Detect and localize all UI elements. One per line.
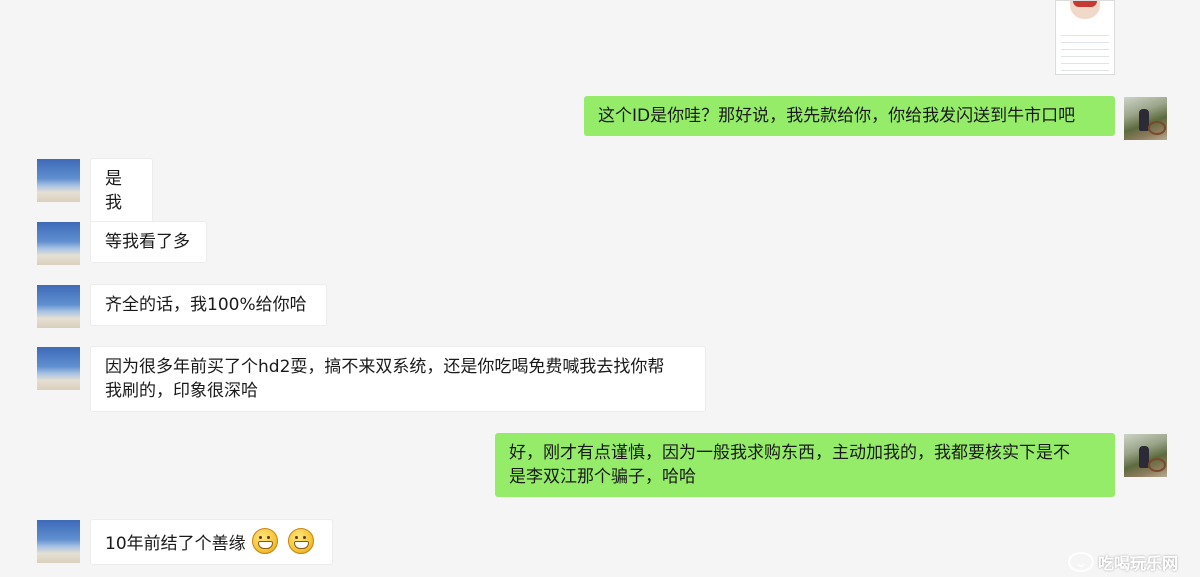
incoming-message[interactable]: 等我看了多 xyxy=(90,221,207,263)
my-avatar[interactable] xyxy=(1124,97,1167,140)
message-text-line: 因为很多年前买了个hd2耍，搞不来双系统，还是你吃喝免费喊我去找你帮 xyxy=(105,357,665,377)
incoming-message[interactable]: 齐全的话，我100%给你哈 xyxy=(90,284,327,326)
profile-stats-block xyxy=(1061,29,1109,73)
friend-avatar[interactable] xyxy=(37,520,80,563)
message-text: 这个ID是你哇？那好说，我先款给你，你给我发闪送到牛市口吧 xyxy=(598,106,1076,126)
chat-logo-icon xyxy=(1068,552,1094,572)
friend-avatar[interactable] xyxy=(37,159,80,202)
message-text-line: 是李双江那个骗子，哈哈 xyxy=(509,467,696,487)
avatar-bike xyxy=(1148,458,1166,472)
message-text: 齐全的话，我100%给你哈 xyxy=(105,295,307,315)
watermark: 吃喝玩乐网 xyxy=(1068,548,1178,576)
grin-emoji-icon xyxy=(287,528,314,554)
friend-avatar[interactable] xyxy=(37,222,80,265)
outgoing-message[interactable]: 好，刚才有点谨慎，因为一般我求购东西，主动加我的，我都要核实下是不 是李双江那个… xyxy=(495,433,1115,497)
watermark-text: 吃喝玩乐网 xyxy=(1098,554,1179,573)
grin-emoji-icon xyxy=(251,528,278,554)
incoming-message[interactable]: 是我 xyxy=(90,158,153,224)
message-text-line: 好，刚才有点谨慎，因为一般我求购东西，主动加我的，我都要核实下是不 xyxy=(509,443,1070,463)
avatar-bike xyxy=(1148,121,1166,135)
friend-avatar[interactable] xyxy=(37,285,80,328)
shared-image-thumbnail[interactable] xyxy=(1055,0,1115,75)
my-avatar[interactable] xyxy=(1124,434,1167,477)
incoming-message[interactable]: 10年前结了个善缘 xyxy=(90,519,333,565)
message-text: 等我看了多 xyxy=(105,232,190,252)
outgoing-message[interactable]: 这个ID是你哇？那好说，我先款给你，你给我发闪送到牛市口吧 xyxy=(584,96,1115,136)
message-text: 10年前结了个善缘 xyxy=(105,534,246,554)
incoming-message[interactable]: 因为很多年前买了个hd2耍，搞不来双系统，还是你吃喝免费喊我去找你帮 我刷的，印… xyxy=(90,346,706,412)
cartoon-avatar-icon xyxy=(1070,1,1100,19)
message-text: 是我 xyxy=(105,169,122,213)
message-text-line: 我刷的，印象很深哈 xyxy=(105,381,258,401)
friend-avatar[interactable] xyxy=(37,347,80,390)
